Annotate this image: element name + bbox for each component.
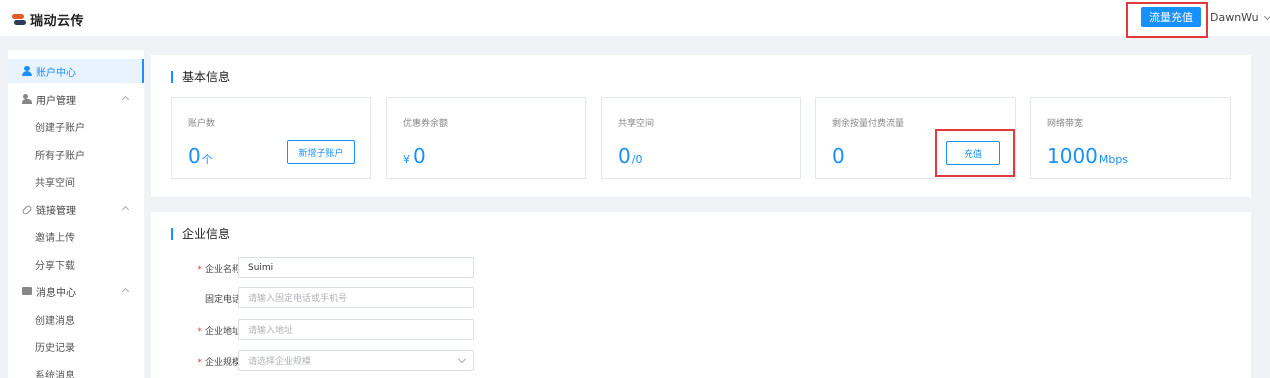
coupon-balance-value: 0 xyxy=(413,144,426,168)
sidebar-item-create-subaccount[interactable]: 创建子账户 xyxy=(8,114,144,138)
username: DawnWu xyxy=(1210,11,1259,24)
field-label: * 企业名称 xyxy=(197,262,241,275)
user-menu[interactable]: DawnWu xyxy=(1210,11,1270,24)
card-label: 剩余按量付费流量 xyxy=(832,119,905,129)
sidebar-item-link-management[interactable]: 链接管理 xyxy=(8,197,144,221)
sidebar-item-label: 历史记录 xyxy=(35,342,75,354)
currency-symbol: ¥ xyxy=(403,153,410,166)
sidebar-item-invite-upload[interactable]: 邀请上传 xyxy=(8,224,144,248)
sidebar-item-account-center[interactable]: 账户中心 xyxy=(8,59,144,83)
sidebar-item-label: 创建消息 xyxy=(35,315,75,327)
account-count-card: 账户数 0 个 新增子账户 xyxy=(171,97,371,179)
bandwidth-unit: Mbps xyxy=(1098,153,1129,166)
company-size-select[interactable]: 请选择企业规模 xyxy=(238,350,474,371)
users-icon xyxy=(22,94,32,104)
sidebar-item-label: 链接管理 xyxy=(36,205,76,217)
company-info-panel: 企业信息 * 企业名称 Suimi 固定电话 请输入固定电话或手机号 * 企业地址 … xyxy=(151,212,1251,378)
account-count-unit: 个 xyxy=(201,153,213,166)
company-name-row: * 企业名称 Suimi xyxy=(151,257,481,279)
card-value: 0 /0 xyxy=(618,144,642,168)
basic-info-panel: 基本信息 账户数 0 个 新增子账户 优惠券余额 ¥ 0 共享空间 0 /0 剩… xyxy=(151,55,1251,197)
address-input[interactable]: 请输入地址 xyxy=(238,319,474,340)
brand-logo[interactable]: 瑞动云传 xyxy=(12,10,84,29)
shared-space-total: /0 xyxy=(631,153,643,166)
phone-input[interactable]: 请输入固定电话或手机号 xyxy=(238,287,474,308)
bandwidth-card: 网络带宽 1000 Mbps xyxy=(1030,97,1231,179)
chevron-up-icon xyxy=(121,287,130,296)
sidebar-item-all-subaccounts[interactable]: 所有子账户 xyxy=(8,142,144,166)
sidebar-item-label: 邀请上传 xyxy=(35,232,75,244)
field-label: * 企业规模 xyxy=(197,355,241,368)
sidebar-item-label: 账户中心 xyxy=(36,67,76,79)
sidebar-item-system-messages[interactable]: 系统消息 xyxy=(8,362,144,378)
logo-icon xyxy=(12,13,26,27)
message-icon xyxy=(22,287,32,295)
chevron-up-icon xyxy=(121,95,130,104)
company-size-row: * 企业规模 请选择企业规模 xyxy=(151,350,481,372)
phone-row: 固定电话 请输入固定电话或手机号 xyxy=(151,287,481,309)
section-title: 企业信息 xyxy=(171,228,230,240)
address-label: 企业地址 xyxy=(204,327,241,337)
required-mark: * xyxy=(197,358,202,368)
field-label: 固定电话 xyxy=(204,295,241,305)
user-icon xyxy=(22,66,32,76)
chevron-down-icon xyxy=(457,354,467,364)
sidebar-item-label: 系统消息 xyxy=(35,370,75,378)
required-mark: * xyxy=(197,327,202,337)
remaining-traffic-value: 0 xyxy=(832,144,845,168)
sidebar-item-label: 共享空间 xyxy=(35,177,75,189)
sidebar-item-history[interactable]: 历史记录 xyxy=(8,334,144,358)
account-count-value: 0 xyxy=(188,144,201,168)
address-row: * 企业地址 请输入地址 xyxy=(151,319,481,341)
chevron-down-icon xyxy=(1263,12,1270,20)
sidebar-item-message-center[interactable]: 消息中心 xyxy=(8,279,144,303)
remaining-traffic-card: 剩余按量付费流量 0 充值 xyxy=(815,97,1016,179)
card-value: 0 个 xyxy=(188,144,213,168)
sidebar-item-user-management[interactable]: 用户管理 xyxy=(8,87,144,111)
select-placeholder: 请选择企业规模 xyxy=(248,357,312,367)
coupon-balance-card: 优惠券余额 ¥ 0 xyxy=(386,97,586,179)
card-label: 账户数 xyxy=(188,119,216,129)
brand-name: 瑞动云传 xyxy=(30,14,85,29)
company-name-label: 企业名称 xyxy=(204,265,241,275)
recharge-button[interactable]: 充值 xyxy=(946,141,1000,165)
top-bar: 瑞动云传 流量充值 DawnWu xyxy=(0,0,1270,38)
required-mark: * xyxy=(197,265,202,275)
traffic-recharge-button[interactable]: 流量充值 xyxy=(1141,7,1201,27)
field-label: * 企业地址 xyxy=(197,324,241,337)
bandwidth-value: 1000 xyxy=(1047,144,1098,168)
sidebar-item-label: 分享下载 xyxy=(35,260,75,272)
sidebar-item-label: 消息中心 xyxy=(36,287,76,299)
card-label: 共享空间 xyxy=(618,119,655,129)
sidebar-item-share-download[interactable]: 分享下载 xyxy=(8,252,144,276)
sidebar-item-label: 所有子账户 xyxy=(35,150,85,162)
shared-space-value: 0 xyxy=(618,144,631,168)
sidebar-item-label: 创建子账户 xyxy=(35,122,85,134)
link-icon xyxy=(21,204,33,216)
sidebar-item-create-message[interactable]: 创建消息 xyxy=(8,307,144,331)
card-value: 0 xyxy=(832,144,845,168)
section-title: 基本信息 xyxy=(171,71,230,83)
company-size-label: 企业规模 xyxy=(204,358,241,368)
card-value: 1000 Mbps xyxy=(1047,144,1128,168)
add-subaccount-button[interactable]: 新增子账户 xyxy=(287,140,355,164)
sidebar: 账户中心 用户管理 创建子账户 所有子账户 共享空间 链接管理 邀请上传 分享下… xyxy=(8,50,144,378)
chevron-up-icon xyxy=(121,205,130,214)
card-value: ¥ 0 xyxy=(403,144,426,168)
shared-space-card: 共享空间 0 /0 xyxy=(601,97,801,179)
sidebar-item-label: 用户管理 xyxy=(36,95,76,107)
company-name-input[interactable]: Suimi xyxy=(238,257,474,278)
sidebar-item-shared-space[interactable]: 共享空间 xyxy=(8,169,144,193)
card-label: 优惠券余额 xyxy=(403,119,449,129)
card-label: 网络带宽 xyxy=(1047,119,1084,129)
